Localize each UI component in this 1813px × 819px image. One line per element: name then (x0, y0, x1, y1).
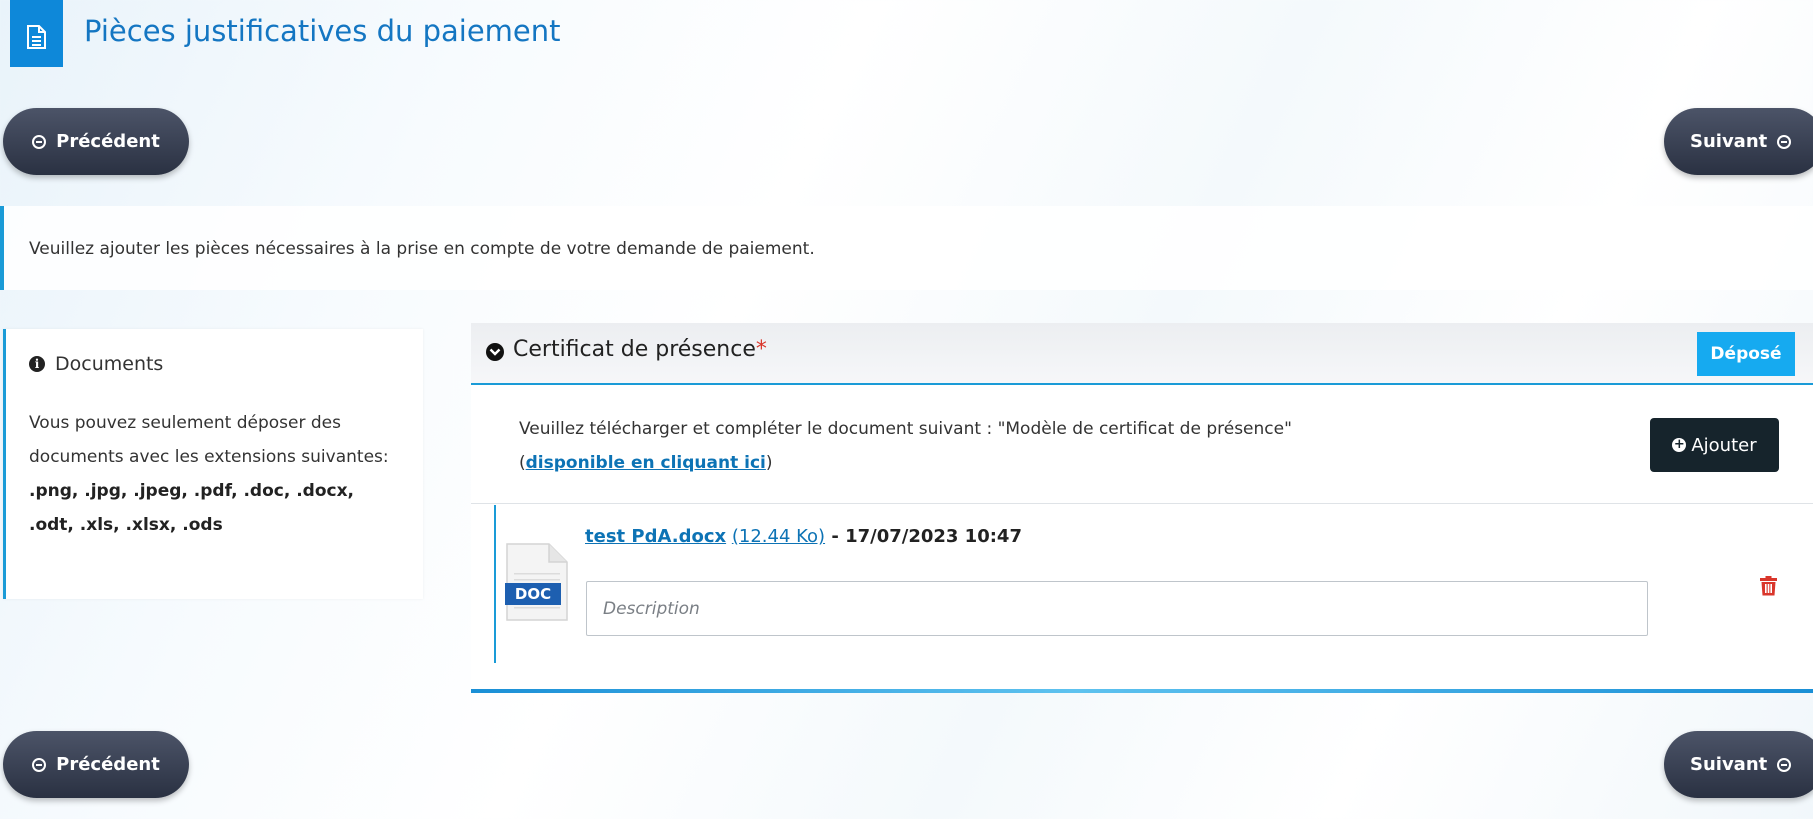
allowed-extensions-list: .png, .jpg, .jpeg, .pdf, .doc, .docx, .o… (29, 481, 355, 535)
previous-button-bottom[interactable]: Précédent (3, 731, 189, 798)
documents-card-header: i Documents (29, 353, 163, 375)
info-message: Veuillez ajouter les pièces nécessaires … (29, 239, 815, 259)
page-title: Pièces justificatives du paiement (84, 14, 561, 48)
file-size: (12.44 Ko) (731, 526, 826, 547)
chevron-down-icon[interactable] (486, 343, 504, 361)
status-badge: Déposé (1697, 332, 1795, 376)
add-document-button[interactable]: + Ajouter (1650, 418, 1779, 472)
trash-icon[interactable] (1760, 576, 1777, 596)
file-name-link[interactable]: test PdA.docx (585, 526, 726, 547)
panel-bottom-border (471, 689, 1813, 693)
download-instruction: Veuillez télécharger et compléter le doc… (519, 412, 1319, 480)
minus-circle-icon (32, 134, 47, 149)
template-download-link[interactable]: disponible en cliquant ici (526, 453, 766, 473)
required-marker: * (755, 337, 767, 362)
file-row-accent (494, 505, 496, 663)
add-document-label: Ajouter (1691, 434, 1757, 456)
section-title-text: Certificat de présence (513, 337, 756, 362)
doc-file-icon: DOC (505, 543, 568, 621)
file-upload-date: - 17/07/2023 10:47 (825, 526, 1022, 547)
minus-circle-icon (1777, 757, 1792, 772)
next-button-label: Suivant (1690, 754, 1768, 775)
document-icon (27, 25, 46, 49)
next-button-bottom[interactable]: Suivant (1664, 731, 1813, 798)
minus-circle-icon (1777, 134, 1792, 149)
instruction-end: ) (765, 453, 773, 473)
previous-button-label: Précédent (56, 131, 160, 152)
page-title-icon (10, 0, 63, 67)
next-button-label: Suivant (1690, 131, 1768, 152)
section-title: Certificat de présence* (513, 337, 767, 362)
previous-button-label: Précédent (56, 754, 160, 775)
documents-card-body: Vous pouvez seulement déposer des docume… (29, 406, 404, 542)
allowed-extensions-text: Vous pouvez seulement déposer des docume… (29, 413, 389, 467)
uploaded-file-info: test PdA.docx (12.44 Ko) - 17/07/2023 10… (585, 526, 1022, 547)
info-icon: i (29, 356, 45, 372)
description-input[interactable] (586, 581, 1648, 636)
doc-icon-label: DOC (515, 585, 551, 603)
divider (471, 503, 1813, 504)
minus-circle-icon (32, 757, 47, 772)
plus-circle-icon: + (1672, 437, 1687, 452)
documents-card-title: Documents (55, 353, 164, 375)
next-button[interactable]: Suivant (1664, 108, 1813, 175)
previous-button[interactable]: Précédent (3, 108, 189, 175)
